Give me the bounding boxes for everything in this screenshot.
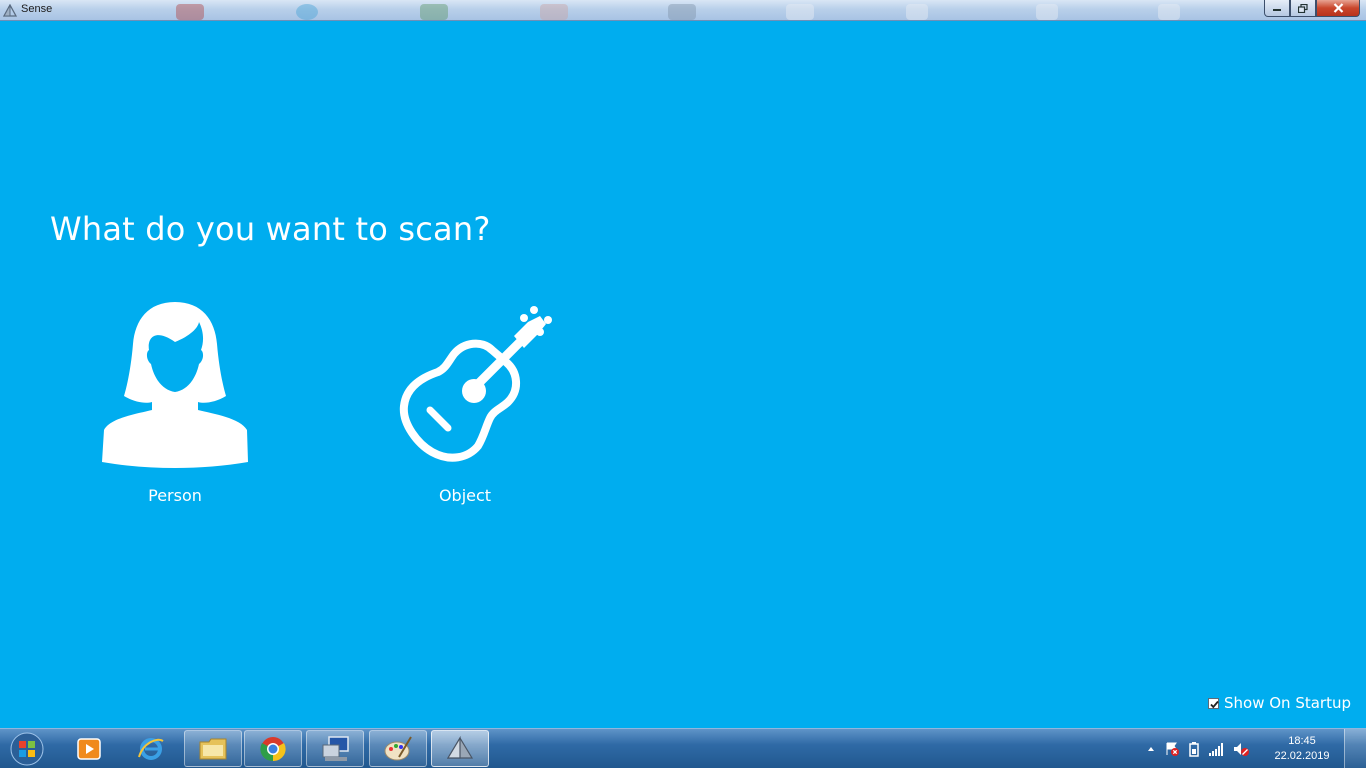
- taskbar-paint[interactable]: [369, 730, 427, 767]
- checkmark-icon: [1210, 700, 1219, 708]
- object-label: Object: [438, 486, 492, 505]
- media-player-icon: [77, 737, 101, 760]
- chrome-icon: [260, 736, 286, 761]
- taskbar: 18:45 22.02.2019: [0, 728, 1366, 768]
- guitar-icon: [399, 306, 552, 462]
- show-on-startup-toggle[interactable]: Show On Startup: [1208, 694, 1351, 712]
- chevron-up-icon: [1148, 746, 1154, 751]
- paint-icon: [384, 735, 412, 760]
- battery-icon: [1189, 741, 1199, 757]
- tray-action-center[interactable]: [1164, 741, 1180, 757]
- ghost-shape: [296, 4, 318, 20]
- taskbar-file-explorer[interactable]: [184, 730, 242, 767]
- tray-expand-button[interactable]: [1146, 744, 1156, 754]
- flag-alert-icon: [1166, 742, 1179, 756]
- show-desktop-button[interactable]: [1344, 729, 1366, 768]
- tray-battery[interactable]: [1188, 741, 1200, 757]
- sense-3d-icon: [446, 735, 474, 759]
- minimize-icon: [1273, 9, 1281, 11]
- tray-volume[interactable]: [1232, 741, 1250, 757]
- restore-icon: [1298, 3, 1308, 13]
- ghost-shape: [540, 4, 568, 20]
- signal-bars-icon: [1209, 742, 1223, 756]
- tray-network[interactable]: [1208, 742, 1224, 756]
- scan-object-option[interactable]: Object: [370, 298, 560, 513]
- show-on-startup-checkbox[interactable]: [1208, 697, 1219, 709]
- person-icon: [102, 302, 248, 468]
- minimize-button[interactable]: [1264, 0, 1290, 17]
- close-icon: [1333, 3, 1343, 13]
- file-explorer-icon: [199, 738, 227, 759]
- window-title: Sense: [21, 3, 53, 15]
- taskbar-clock[interactable]: 18:45 22.02.2019: [1268, 734, 1336, 764]
- ghost-shape: [786, 4, 814, 20]
- taskbar-chrome[interactable]: [244, 730, 302, 767]
- start-button[interactable]: [4, 730, 50, 768]
- window-title-bar: Sense: [0, 0, 1366, 21]
- clock-time: 18:45: [1288, 735, 1316, 747]
- windows-start-icon: [10, 732, 44, 766]
- clock-date: 22.02.2019: [1274, 750, 1330, 762]
- sense-3d-icon: [2, 3, 18, 17]
- taskbar-media-player[interactable]: [60, 730, 118, 767]
- show-on-startup-label: Show On Startup: [1224, 694, 1351, 712]
- system-tray: [1146, 729, 1258, 768]
- ghost-shape: [420, 4, 448, 20]
- ghost-shape: [668, 4, 696, 20]
- ghost-shape: [176, 4, 204, 20]
- ghost-shape: [1158, 4, 1180, 20]
- taskbar-sense[interactable]: [431, 730, 489, 767]
- page-title: What do you want to scan?: [50, 210, 491, 248]
- taskbar-internet-explorer[interactable]: [122, 730, 180, 767]
- scan-person-option[interactable]: Person: [80, 298, 270, 513]
- network-tool-icon: [322, 735, 349, 761]
- ghost-shape: [1036, 4, 1058, 20]
- window-controls: [1264, 0, 1360, 17]
- internet-explorer-icon: [138, 737, 164, 760]
- close-button[interactable]: [1316, 0, 1360, 17]
- speaker-muted-icon: [1234, 742, 1249, 756]
- taskbar-network-tool[interactable]: [306, 730, 364, 767]
- ghost-shape: [906, 4, 928, 20]
- restore-button[interactable]: [1290, 0, 1316, 17]
- person-label: Person: [148, 486, 202, 505]
